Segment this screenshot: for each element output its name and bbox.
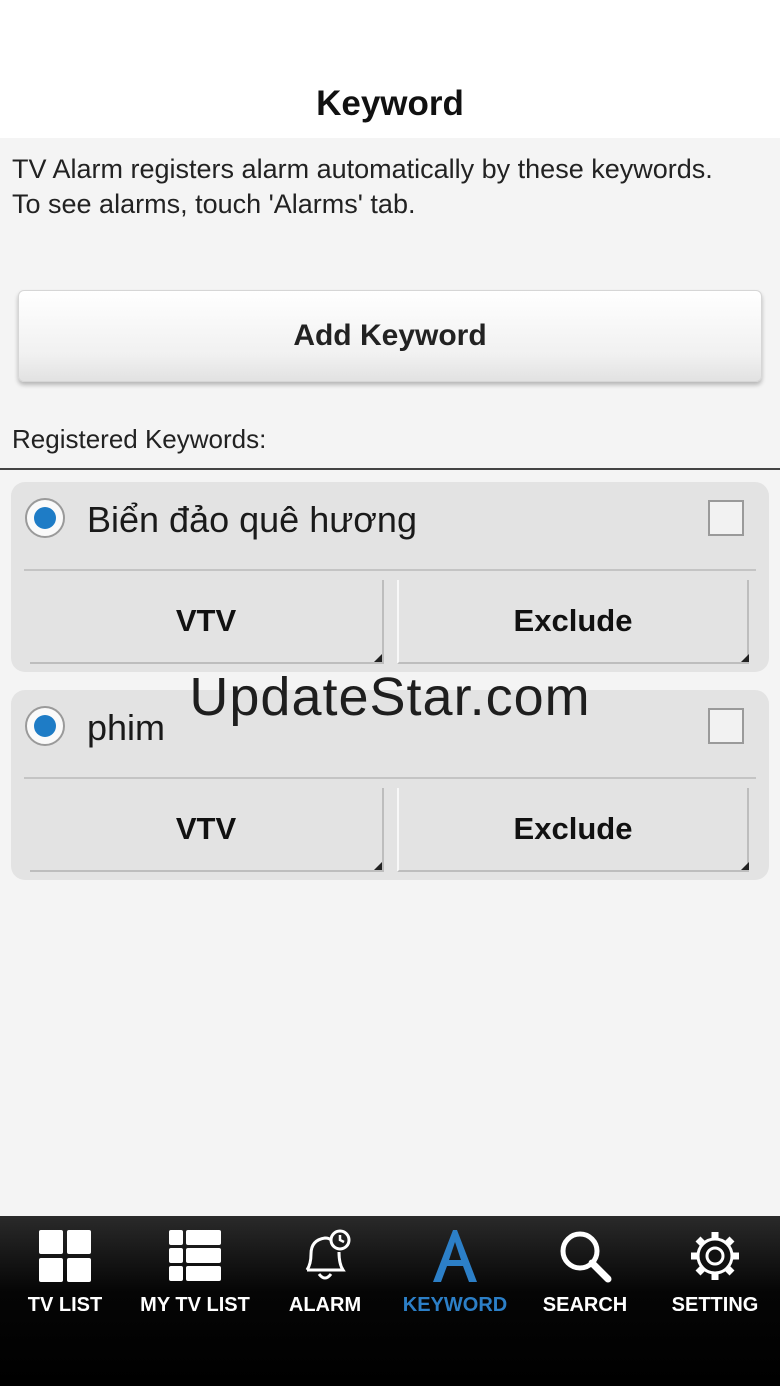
registered-keywords-label: Registered Keywords: [12,424,267,454]
tab-label: SETTING [671,1294,759,1316]
tab-label: KEYWORD [402,1294,508,1316]
tab-label: SEARCH [542,1294,628,1316]
dropdown-corner-icon [374,654,382,662]
row-divider [24,569,756,571]
keyword-name: phim [87,707,166,748]
dropdown-corner-icon [741,654,749,662]
keyword-radio[interactable] [25,706,65,746]
bell-clock-icon [297,1228,353,1284]
tab-search[interactable]: SEARCH [520,1216,650,1336]
tab-label: MY TV LIST [140,1294,250,1316]
tab-keyword[interactable]: KEYWORD [390,1216,520,1336]
tab-label: ALARM [288,1294,362,1316]
channel-selector[interactable]: VTV [30,788,384,872]
tab-label: TV LIST [27,1294,103,1316]
keyword-card: phim VTV Exclude [11,690,769,880]
bottom-tab-bar: TV LIST MY TV LIST ALARM KEYWORD SEARCH … [0,1216,780,1386]
letter-a-icon [427,1228,483,1284]
exclude-selector[interactable]: Exclude [397,788,749,872]
tab-setting[interactable]: SETTING [650,1216,780,1336]
add-keyword-button[interactable]: Add Keyword [18,290,762,382]
tab-alarm[interactable]: ALARM [260,1216,390,1336]
page-title: Keyword [316,84,464,123]
exclude-selector[interactable]: Exclude [397,580,749,664]
divider [0,468,780,470]
channel-selector[interactable]: VTV [30,580,384,664]
gear-icon [687,1228,743,1284]
intro-line-2: To see alarms, touch 'Alarms' tab. [12,189,416,219]
keyword-checkbox[interactable] [708,500,744,536]
keyword-name: Biển đảo quê hương [87,499,417,540]
intro-line-1: TV Alarm registers alarm automatically b… [12,154,713,184]
search-icon [557,1228,613,1284]
dropdown-corner-icon [741,862,749,870]
intro-text: TV Alarm registers alarm automatically b… [12,152,772,222]
dropdown-corner-icon [374,862,382,870]
keyword-checkbox[interactable] [708,708,744,744]
row-divider [24,777,756,779]
grid-icon [37,1228,93,1284]
keyword-radio[interactable] [25,498,65,538]
list-icon [167,1228,223,1284]
keyword-card: Biển đảo quê hương VTV Exclude [11,482,769,672]
tab-my-tv-list[interactable]: MY TV LIST [130,1216,260,1336]
tab-tv-list[interactable]: TV LIST [0,1216,130,1336]
